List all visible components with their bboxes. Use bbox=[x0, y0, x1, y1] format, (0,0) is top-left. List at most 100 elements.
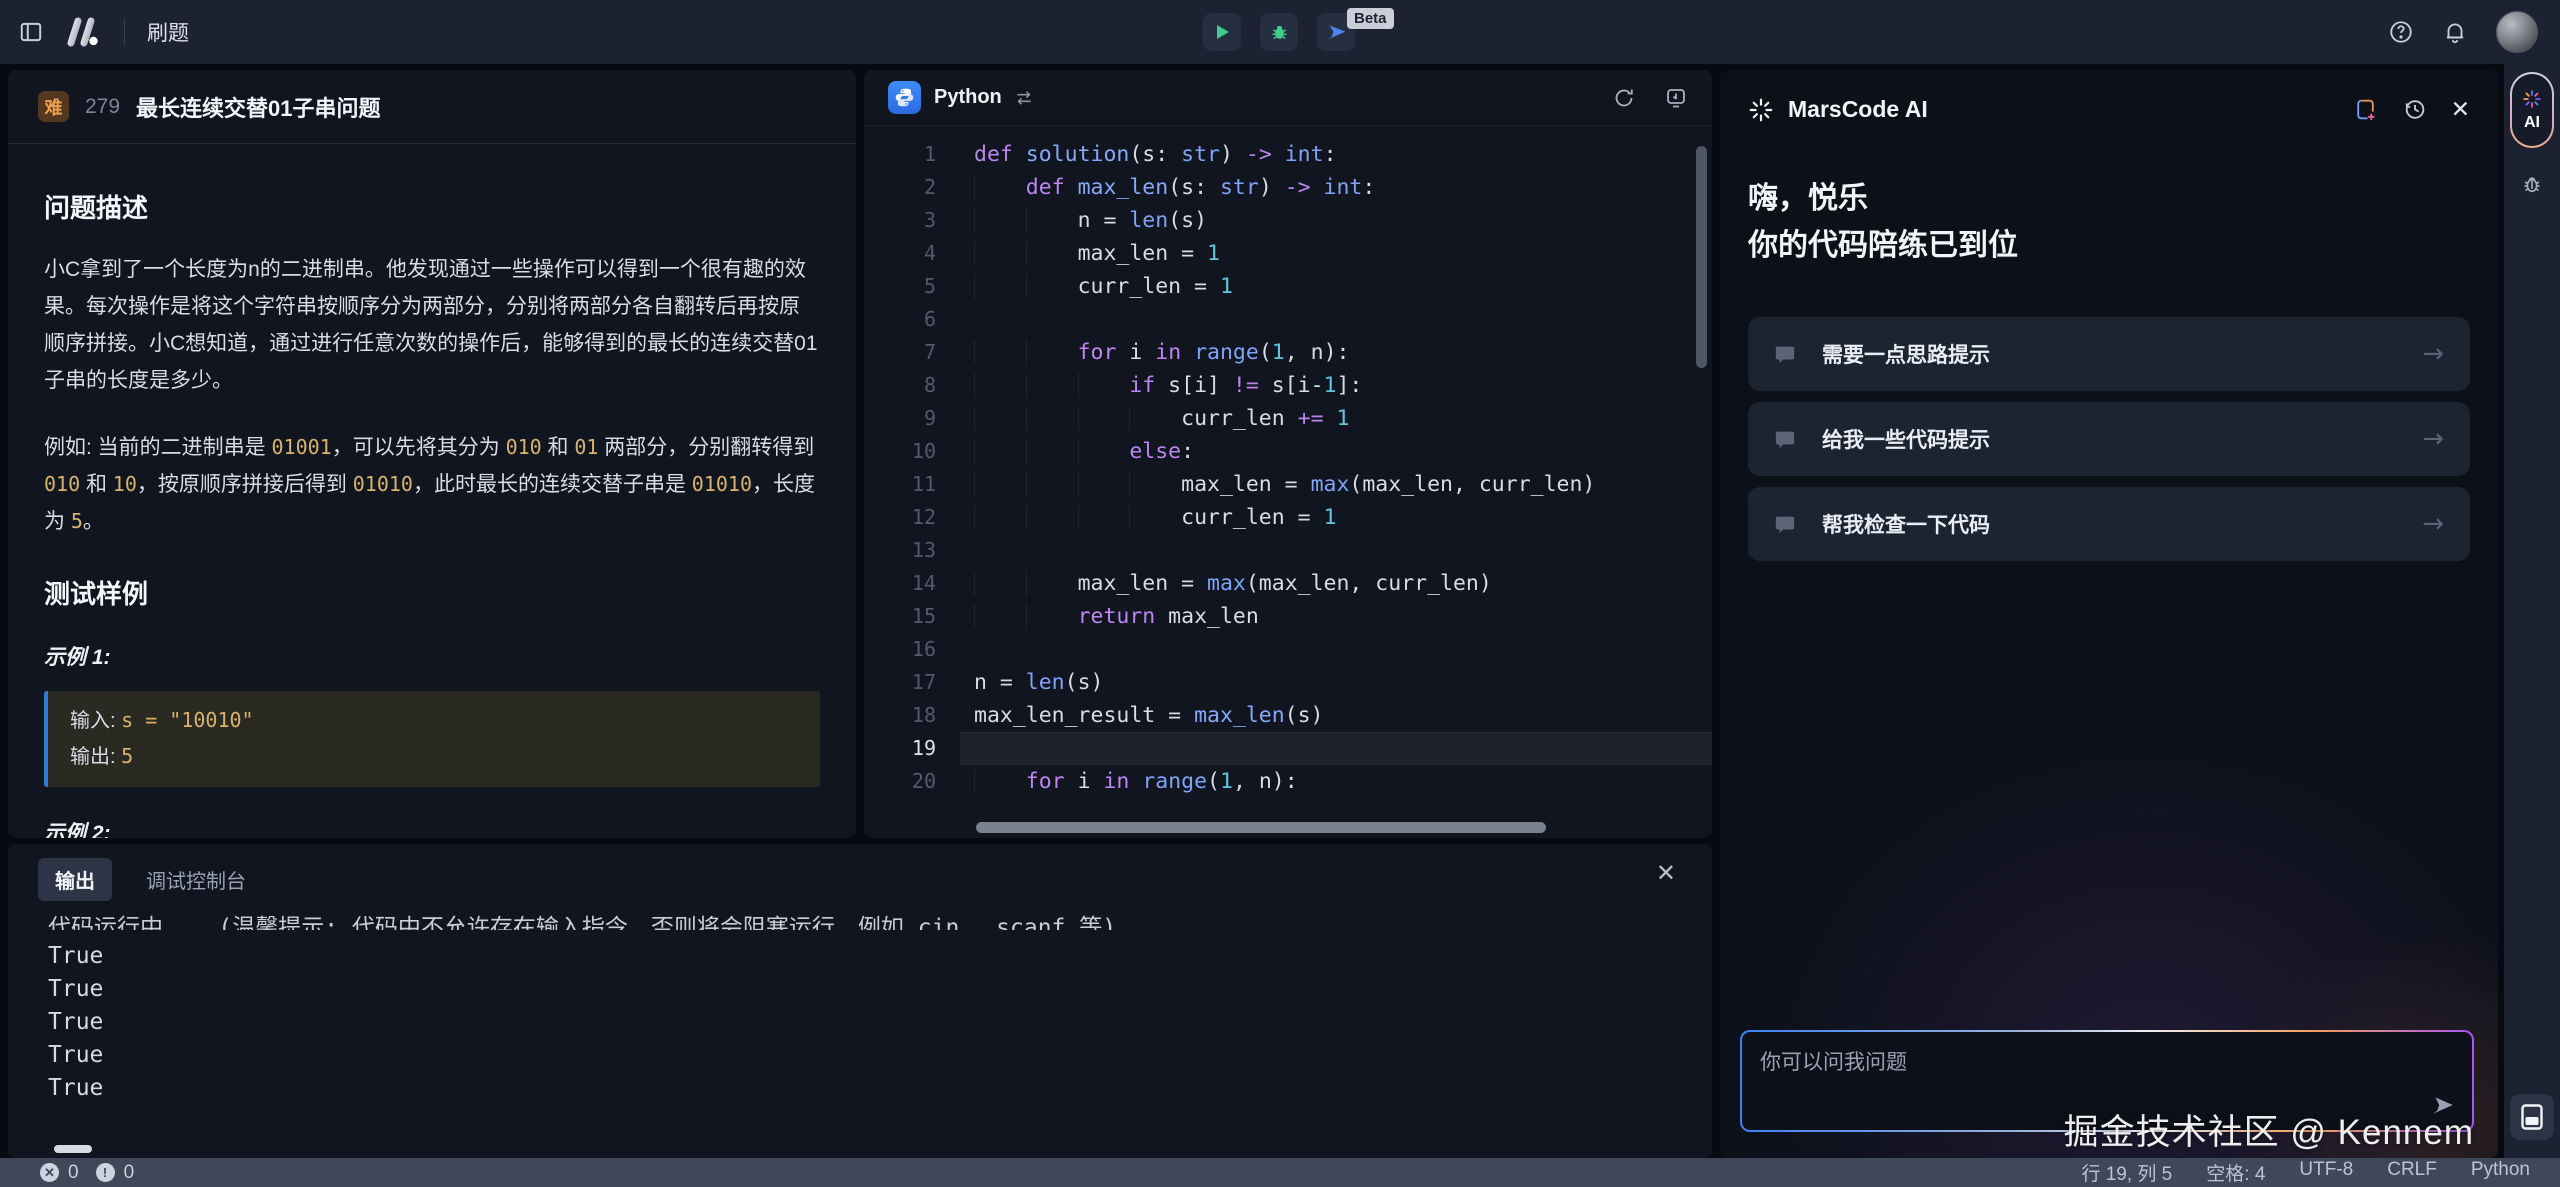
ai-suggestion-card[interactable]: 需要一点思路提示→ bbox=[1748, 317, 2470, 391]
code-line[interactable]: 10 else: bbox=[864, 435, 1712, 468]
code-text: max_len = max(max_len, curr_len) bbox=[974, 468, 1595, 501]
warnings-icon[interactable]: ! bbox=[96, 1163, 115, 1182]
example-box: 输入: s = "10010"输出: 5 bbox=[44, 691, 820, 787]
code-line[interactable]: 8 if s[i] != s[i-1]: bbox=[864, 369, 1712, 402]
code-line[interactable]: 1def solution(s: str) -> int: bbox=[864, 138, 1712, 171]
editor-header: Python bbox=[864, 70, 1712, 126]
code-text: curr_len = 1 bbox=[974, 270, 1233, 303]
arrow-right-icon: → bbox=[2422, 424, 2444, 454]
line-number: 13 bbox=[864, 534, 936, 567]
ai-suggestion-card[interactable]: 给我一些代码提示→ bbox=[1748, 402, 2470, 476]
reset-code-icon[interactable] bbox=[1612, 86, 1636, 110]
tab-debug-console[interactable]: 调试控制台 bbox=[146, 865, 246, 894]
line-number: 11 bbox=[864, 468, 936, 501]
divider bbox=[124, 19, 125, 45]
line-number: 15 bbox=[864, 600, 936, 633]
console-output-line: True bbox=[48, 1039, 1712, 1072]
line-number: 5 bbox=[864, 270, 936, 303]
errors-icon[interactable]: ✕ bbox=[40, 1163, 59, 1182]
diff-view-icon[interactable] bbox=[1664, 86, 1688, 110]
code-line[interactable]: 4 max_len = 1 bbox=[864, 237, 1712, 270]
code-line[interactable]: 17n = len(s) bbox=[864, 666, 1712, 699]
code-line[interactable]: 3 n = len(s) bbox=[864, 204, 1712, 237]
right-activity-strip: AI bbox=[2504, 64, 2560, 1158]
switch-language-icon[interactable] bbox=[1014, 88, 1034, 108]
debug-button[interactable] bbox=[1260, 13, 1298, 51]
editor-horizontal-scrollbar[interactable] bbox=[976, 822, 1546, 833]
ai-suggestion-label: 帮我检查一下代码 bbox=[1822, 509, 1990, 539]
code-line[interactable]: 12 curr_len = 1 bbox=[864, 501, 1712, 534]
status-item[interactable]: Python bbox=[2471, 1159, 2530, 1186]
console-output-line: True bbox=[48, 1072, 1712, 1105]
code-text: max_len = 1 bbox=[974, 237, 1220, 270]
code-line[interactable]: 18max_len_result = max_len(s) bbox=[864, 699, 1712, 732]
console-horizontal-scrollbar[interactable] bbox=[54, 1145, 92, 1153]
output-panel: 输出 调试控制台 ✕ 代码运行中... (温馨提示: 代码中不允许存在输入指令，… bbox=[8, 844, 1712, 1158]
console-output-line: True bbox=[48, 973, 1712, 1006]
sidebar-toggle-icon[interactable] bbox=[18, 19, 44, 45]
ai-assistant-pill-button[interactable]: AI bbox=[2510, 72, 2554, 148]
code-line[interactable]: 11 max_len = max(max_len, curr_len) bbox=[864, 468, 1712, 501]
run-button[interactable] bbox=[1203, 13, 1241, 51]
errors-count: 0 bbox=[68, 1162, 79, 1184]
code-text: return max_len bbox=[974, 600, 1259, 633]
status-bar: ✕ 0 ! 0 行 19, 列 5空格: 4UTF-8CRLFPython bbox=[0, 1158, 2560, 1187]
line-number: 6 bbox=[864, 303, 936, 336]
code-text: curr_len = 1 bbox=[974, 501, 1336, 534]
line-number: 2 bbox=[864, 171, 936, 204]
run-controls: Beta bbox=[1203, 13, 1355, 51]
example-line: 输入: s = "10010" bbox=[70, 703, 798, 739]
code-line[interactable]: 13 bbox=[864, 534, 1712, 567]
code-line[interactable]: 9 curr_len += 1 bbox=[864, 402, 1712, 435]
top-bar: 刷题 Beta bbox=[0, 0, 2560, 64]
code-line[interactable]: 16 bbox=[864, 633, 1712, 666]
debug-strip-icon[interactable] bbox=[2504, 172, 2560, 196]
chat-bubble-icon bbox=[1774, 343, 1796, 365]
code-line[interactable]: 6 bbox=[864, 303, 1712, 336]
new-chat-icon[interactable] bbox=[2353, 97, 2378, 122]
code-area[interactable]: 1def solution(s: str) -> int:2 def max_l… bbox=[864, 126, 1712, 826]
tab-output[interactable]: 输出 bbox=[38, 858, 112, 901]
code-line[interactable]: 20 for i in range(1, n): bbox=[864, 765, 1712, 798]
line-number: 20 bbox=[864, 765, 936, 798]
sparkle-icon bbox=[1748, 97, 1774, 123]
chat-bubble-icon bbox=[1774, 513, 1796, 535]
code-line[interactable]: 7 for i in range(1, n): bbox=[864, 336, 1712, 369]
ai-suggestion-card[interactable]: 帮我检查一下代码→ bbox=[1748, 487, 2470, 561]
line-number: 17 bbox=[864, 666, 936, 699]
status-item[interactable]: 空格: 4 bbox=[2206, 1159, 2265, 1186]
close-ai-panel-icon[interactable]: ✕ bbox=[2451, 96, 2470, 123]
user-avatar[interactable] bbox=[2496, 11, 2538, 53]
problem-title: 最长连续交替01子串问题 bbox=[136, 91, 380, 123]
ai-panel-title: MarsCode AI bbox=[1788, 96, 1928, 123]
status-item[interactable]: CRLF bbox=[2387, 1159, 2437, 1186]
editor-vertical-scrollbar[interactable] bbox=[1696, 146, 1707, 368]
code-line[interactable]: 2 def max_len(s: str) -> int: bbox=[864, 171, 1712, 204]
help-icon[interactable] bbox=[2388, 19, 2414, 45]
status-item[interactable]: UTF-8 bbox=[2299, 1159, 2353, 1186]
feedback-card-button[interactable] bbox=[2510, 1094, 2554, 1140]
python-language-icon bbox=[888, 81, 921, 114]
notifications-bell-icon[interactable] bbox=[2442, 19, 2468, 45]
code-line[interactable]: 15 return max_len bbox=[864, 600, 1712, 633]
code-text: def max_len(s: str) -> int: bbox=[974, 171, 1375, 204]
code-text: n = len(s) bbox=[974, 204, 1207, 237]
submit-button[interactable]: Beta bbox=[1317, 13, 1355, 51]
ai-suggestion-label: 需要一点思路提示 bbox=[1822, 339, 1990, 369]
console-notice-clipped: 代码运行中... (温馨提示: 代码中不允许存在输入指令，否则将会阻塞运行。例如… bbox=[48, 915, 1712, 930]
code-line[interactable]: 5 curr_len = 1 bbox=[864, 270, 1712, 303]
line-number: 12 bbox=[864, 501, 936, 534]
code-line[interactable]: 19 bbox=[864, 732, 1712, 765]
ai-greeting: 嗨，悦乐 你的代码陪练已到位 bbox=[1748, 175, 2470, 269]
history-icon[interactable] bbox=[2402, 97, 2427, 122]
code-text: curr_len += 1 bbox=[974, 402, 1349, 435]
status-item[interactable]: 行 19, 列 5 bbox=[2081, 1159, 2172, 1186]
console-output-line: True bbox=[48, 940, 1712, 973]
line-number: 8 bbox=[864, 369, 936, 402]
code-line[interactable]: 14 max_len = max(max_len, curr_len) bbox=[864, 567, 1712, 600]
example-label: 示例 1: bbox=[44, 641, 820, 671]
close-output-icon[interactable]: ✕ bbox=[1656, 862, 1676, 886]
line-number: 16 bbox=[864, 633, 936, 666]
description-heading: 问题描述 bbox=[44, 188, 820, 225]
status-items: 行 19, 列 5 空格: 4 UTF-8 CRLF Python bbox=[2081, 1159, 2530, 1186]
